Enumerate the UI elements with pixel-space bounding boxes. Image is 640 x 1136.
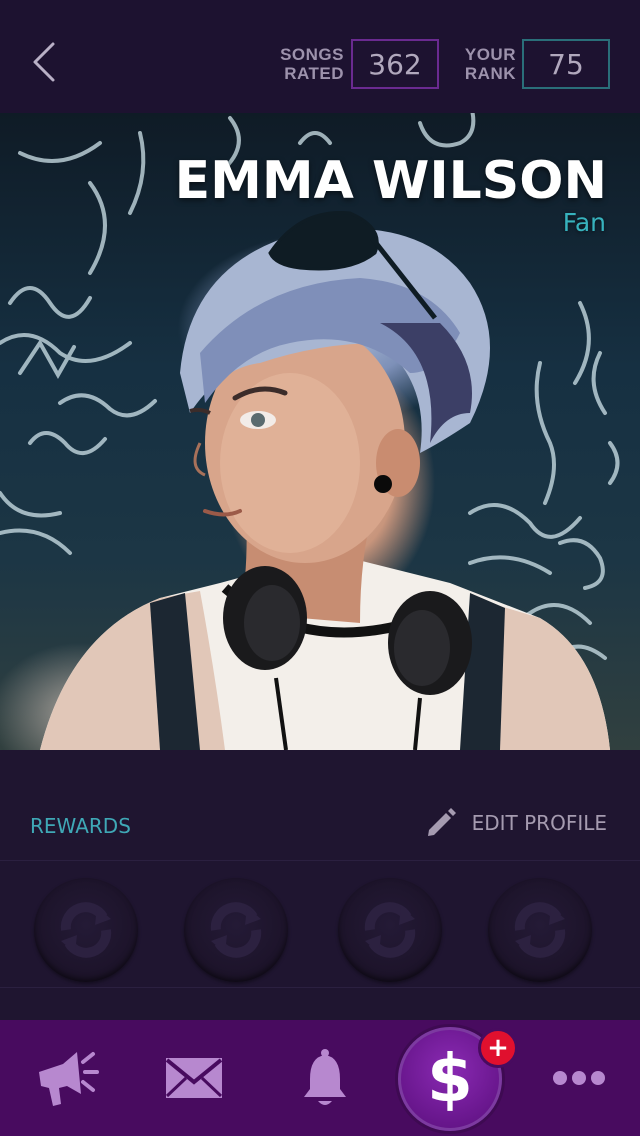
profile-name: EMMA WILSON [174,151,607,211]
reward-badge[interactable] [34,878,138,982]
profile-hero-image: EMMA WILSON Fan [0,113,640,750]
reward-badge[interactable] [184,878,288,982]
your-rank-value: 75 [522,39,610,89]
bell-icon [304,1049,346,1105]
reward-badge[interactable] [488,878,592,982]
refresh-icon [514,902,566,958]
reward-badge[interactable] [338,878,442,982]
rewards-label[interactable]: REWARDS [30,814,131,838]
bottom-nav: $ + [0,1020,640,1136]
nav-announcements[interactable] [28,1044,104,1112]
profile-role: Fan [562,208,606,237]
add-funds-badge[interactable]: + [478,1028,518,1068]
nav-messages[interactable] [160,1050,228,1106]
divider [0,987,640,988]
chevron-left-icon [33,42,55,82]
back-button[interactable] [22,34,66,90]
your-rank-label: YOUR RANK [460,45,516,83]
refresh-icon [210,902,262,958]
edit-profile-label: EDIT PROFILE [471,811,607,835]
top-bar: SONGS RATED 362 YOUR RANK 75 [0,0,640,113]
nav-more[interactable] [548,1060,610,1096]
refresh-icon [364,902,416,958]
songs-rated-label-line1: SONGS [280,45,344,64]
dollar-icon: $ [427,1040,473,1117]
edit-profile-button[interactable]: EDIT PROFILE [424,806,607,840]
songs-rated-label-line2: RATED [284,64,344,83]
rewards-section: REWARDS EDIT PROFILE [0,750,640,1020]
megaphone-icon [39,1052,99,1106]
envelope-icon [165,1058,223,1098]
reward-badges-row [0,861,640,987]
your-rank-label-line1: YOUR [464,45,516,64]
refresh-icon [60,902,112,958]
your-rank-label-line2: RANK [464,64,516,83]
pencil-icon [427,808,456,836]
songs-rated-value: 362 [351,39,439,89]
songs-rated-label: SONGS RATED [278,45,344,83]
more-icon [553,1071,605,1085]
nav-notifications[interactable] [296,1044,354,1112]
